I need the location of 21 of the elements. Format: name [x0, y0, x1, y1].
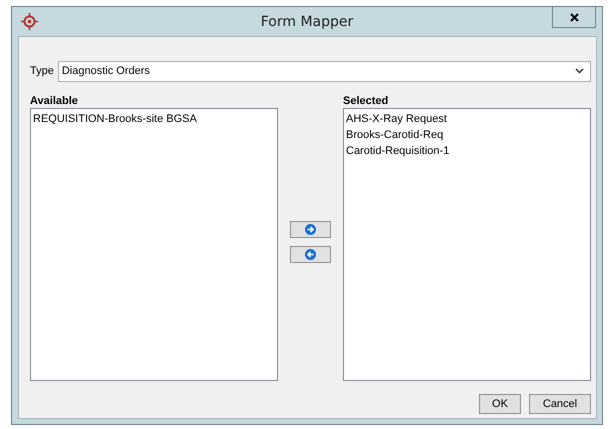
target-logo-icon	[21, 13, 38, 30]
type-label: Type	[30, 65, 54, 77]
cancel-button[interactable]: Cancel	[529, 394, 591, 414]
list-item[interactable]: Carotid-Requisition-1	[346, 143, 588, 159]
list-item[interactable]: AHS-X-Ray Request	[346, 111, 588, 127]
close-button[interactable]	[552, 6, 596, 28]
list-label: Selected	[343, 94, 390, 108]
list-label: Available	[30, 94, 79, 108]
list-box[interactable]: AHS-X-Ray Request Brooks-Carotid-Req Carotid-Requisition-1	[343, 108, 591, 381]
close-icon	[570, 12, 578, 22]
window-title: Form Mapper	[260, 14, 354, 30]
list-box[interactable]: REQUISITION-Brooks-site BGSA	[30, 108, 278, 381]
ok-button[interactable]: OK	[479, 394, 521, 414]
move-left-button[interactable]	[290, 246, 331, 262]
chevron-down-icon	[575, 68, 584, 74]
arrow-left-icon	[305, 248, 316, 260]
list-item[interactable]: Brooks-Carotid-Req	[346, 127, 588, 143]
arrow-right-icon	[305, 224, 316, 234]
move-right-button[interactable]	[290, 220, 331, 238]
type-dropdown[interactable]: Diagnostic Orders	[58, 60, 591, 82]
list-item[interactable]: REQUISITION-Brooks-site BGSA	[33, 111, 275, 127]
